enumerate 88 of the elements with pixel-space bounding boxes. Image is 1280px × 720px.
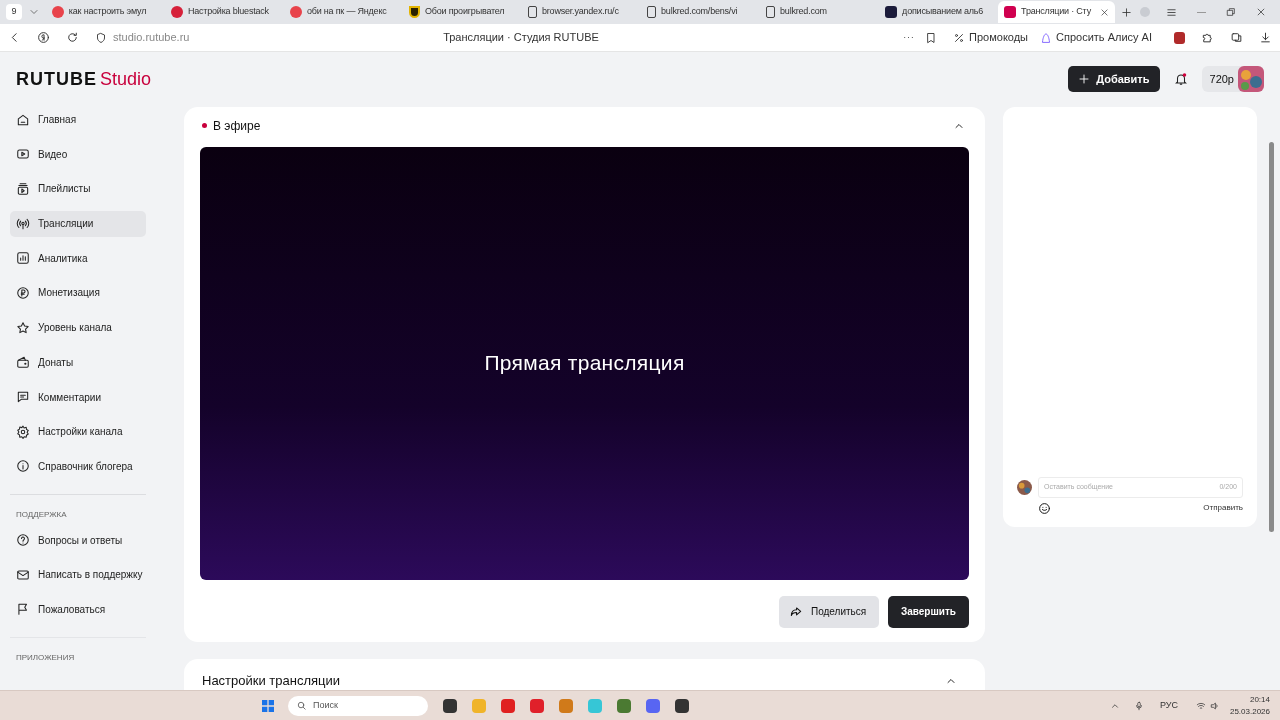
sidebar-item[interactable]: Аналитика [10, 245, 146, 272]
wallet-icon [16, 355, 30, 370]
sidebar-item[interactable]: Пожаловаться [10, 596, 146, 623]
browser-tab[interactable]: bulkred.com [760, 1, 878, 23]
sidebar-item[interactable]: Монетизация [10, 279, 146, 306]
house-icon [16, 112, 30, 127]
browser-tab[interactable]: Настройка bluestack [164, 1, 282, 23]
comment-icon [16, 390, 30, 404]
section-title: Настройки трансляции [202, 671, 341, 690]
percent-icon [953, 31, 966, 44]
app-icon [885, 6, 898, 18]
broadcast-icon [16, 216, 30, 231]
star-icon [16, 320, 30, 335]
browser-tab[interactable]: как настроить эмул [45, 1, 163, 23]
app-icon[interactable] [675, 698, 689, 713]
bookmark-icon [925, 31, 938, 44]
url-field[interactable]: studio.rutube.ru [113, 29, 190, 46]
search-icon [296, 700, 307, 711]
share-button[interactable]: Поделиться [779, 595, 879, 628]
puzzle-icon [1201, 31, 1214, 44]
finish-button[interactable]: Завершить [888, 595, 969, 628]
ruble-icon [16, 285, 30, 300]
close-icon [1255, 7, 1266, 17]
plus-icon [1078, 73, 1091, 86]
bell-icon[interactable] [1173, 71, 1188, 88]
browser-tab[interactable]: Трансляции · Сту [998, 1, 1116, 23]
menu-icon [1166, 6, 1178, 18]
mail-icon [16, 567, 30, 582]
tab-icon [1230, 31, 1243, 44]
clock-time: 20:14 [1249, 693, 1270, 706]
sidebar-item[interactable]: Плейлисты [10, 175, 146, 202]
player-caption: Прямая трансляция [484, 350, 685, 377]
restore-icon [1225, 7, 1236, 17]
send-link[interactable]: Отправить [1203, 502, 1243, 514]
scrollbar[interactable] [1269, 142, 1274, 532]
section-label: ПРИЛОЖЕНИЯ [15, 652, 76, 665]
wifi-icon [1195, 700, 1206, 711]
page-icon [766, 6, 776, 18]
clock-date: 25.03.2026 [1229, 705, 1270, 718]
browser-tab[interactable]: browser.yandex.ru/c [522, 1, 639, 23]
alice-icon [1040, 31, 1053, 44]
shield-icon [95, 31, 107, 44]
language-indicator[interactable]: РУС [1159, 698, 1178, 713]
download-icon [1259, 31, 1272, 44]
page-icon [528, 6, 537, 18]
sidebar-item[interactable]: Главная [10, 106, 146, 133]
playlist-icon [16, 181, 30, 196]
flag-icon [16, 602, 30, 617]
browser-tab[interactable]: дописыванием аль6 [879, 1, 997, 23]
promo-button[interactable]: Промокоды [953, 29, 1029, 46]
microphone-icon [1133, 700, 1144, 711]
reload-icon [66, 31, 79, 44]
volume-icon [1209, 700, 1220, 711]
logo-text: RUTUBE [16, 67, 97, 91]
alice-button[interactable]: Спросить Алису AI [1040, 29, 1152, 46]
add-button[interactable]: Добавить [1068, 66, 1160, 93]
page-icon [647, 6, 656, 18]
page-title: Трансляции · Студия RUTUBE [442, 30, 600, 46]
shield-icon [408, 6, 420, 18]
close-icon [1100, 7, 1110, 17]
question-icon [16, 533, 30, 548]
minimize-icon[interactable] [1197, 11, 1206, 13]
sidebar-item[interactable]: Написать в поддержку [10, 561, 146, 588]
sidebar-item[interactable]: Комментарии [10, 384, 146, 410]
info-icon [16, 459, 30, 474]
sidebar-item[interactable]: Видео [10, 141, 146, 168]
avatar[interactable] [1238, 66, 1264, 93]
sidebar-item[interactable]: Вопросы и ответы [10, 527, 146, 554]
logo-suffix: Studio [100, 67, 152, 91]
tab-count[interactable]: 9 [6, 4, 22, 20]
section-label: ПОДДЕРЖКА [15, 509, 68, 522]
sidebar-item[interactable]: Справочник блогера [10, 453, 146, 480]
browser-tab[interactable]: оби на пк — Яндекс [283, 1, 401, 23]
browser-tab[interactable]: bulkred.com/bens/vi [641, 1, 759, 23]
sidebar-item[interactable]: Трансляции [10, 210, 146, 237]
avatar [1017, 479, 1032, 495]
search-field[interactable]: Поиск [288, 695, 428, 716]
status-label: В эфире [213, 117, 261, 135]
sidebar-item[interactable]: Уровень канала [10, 314, 146, 341]
windows-icon [260, 697, 276, 714]
gear-icon [16, 424, 30, 439]
sidebar-item[interactable]: Настройки канала [10, 418, 146, 445]
browser-tab[interactable]: Обои проигрывател [402, 1, 520, 23]
chart-icon [16, 251, 30, 266]
video-icon [16, 147, 30, 162]
emoji-icon [1038, 501, 1051, 515]
sidebar-item[interactable]: Донаты [10, 349, 146, 376]
share-icon [789, 604, 803, 619]
